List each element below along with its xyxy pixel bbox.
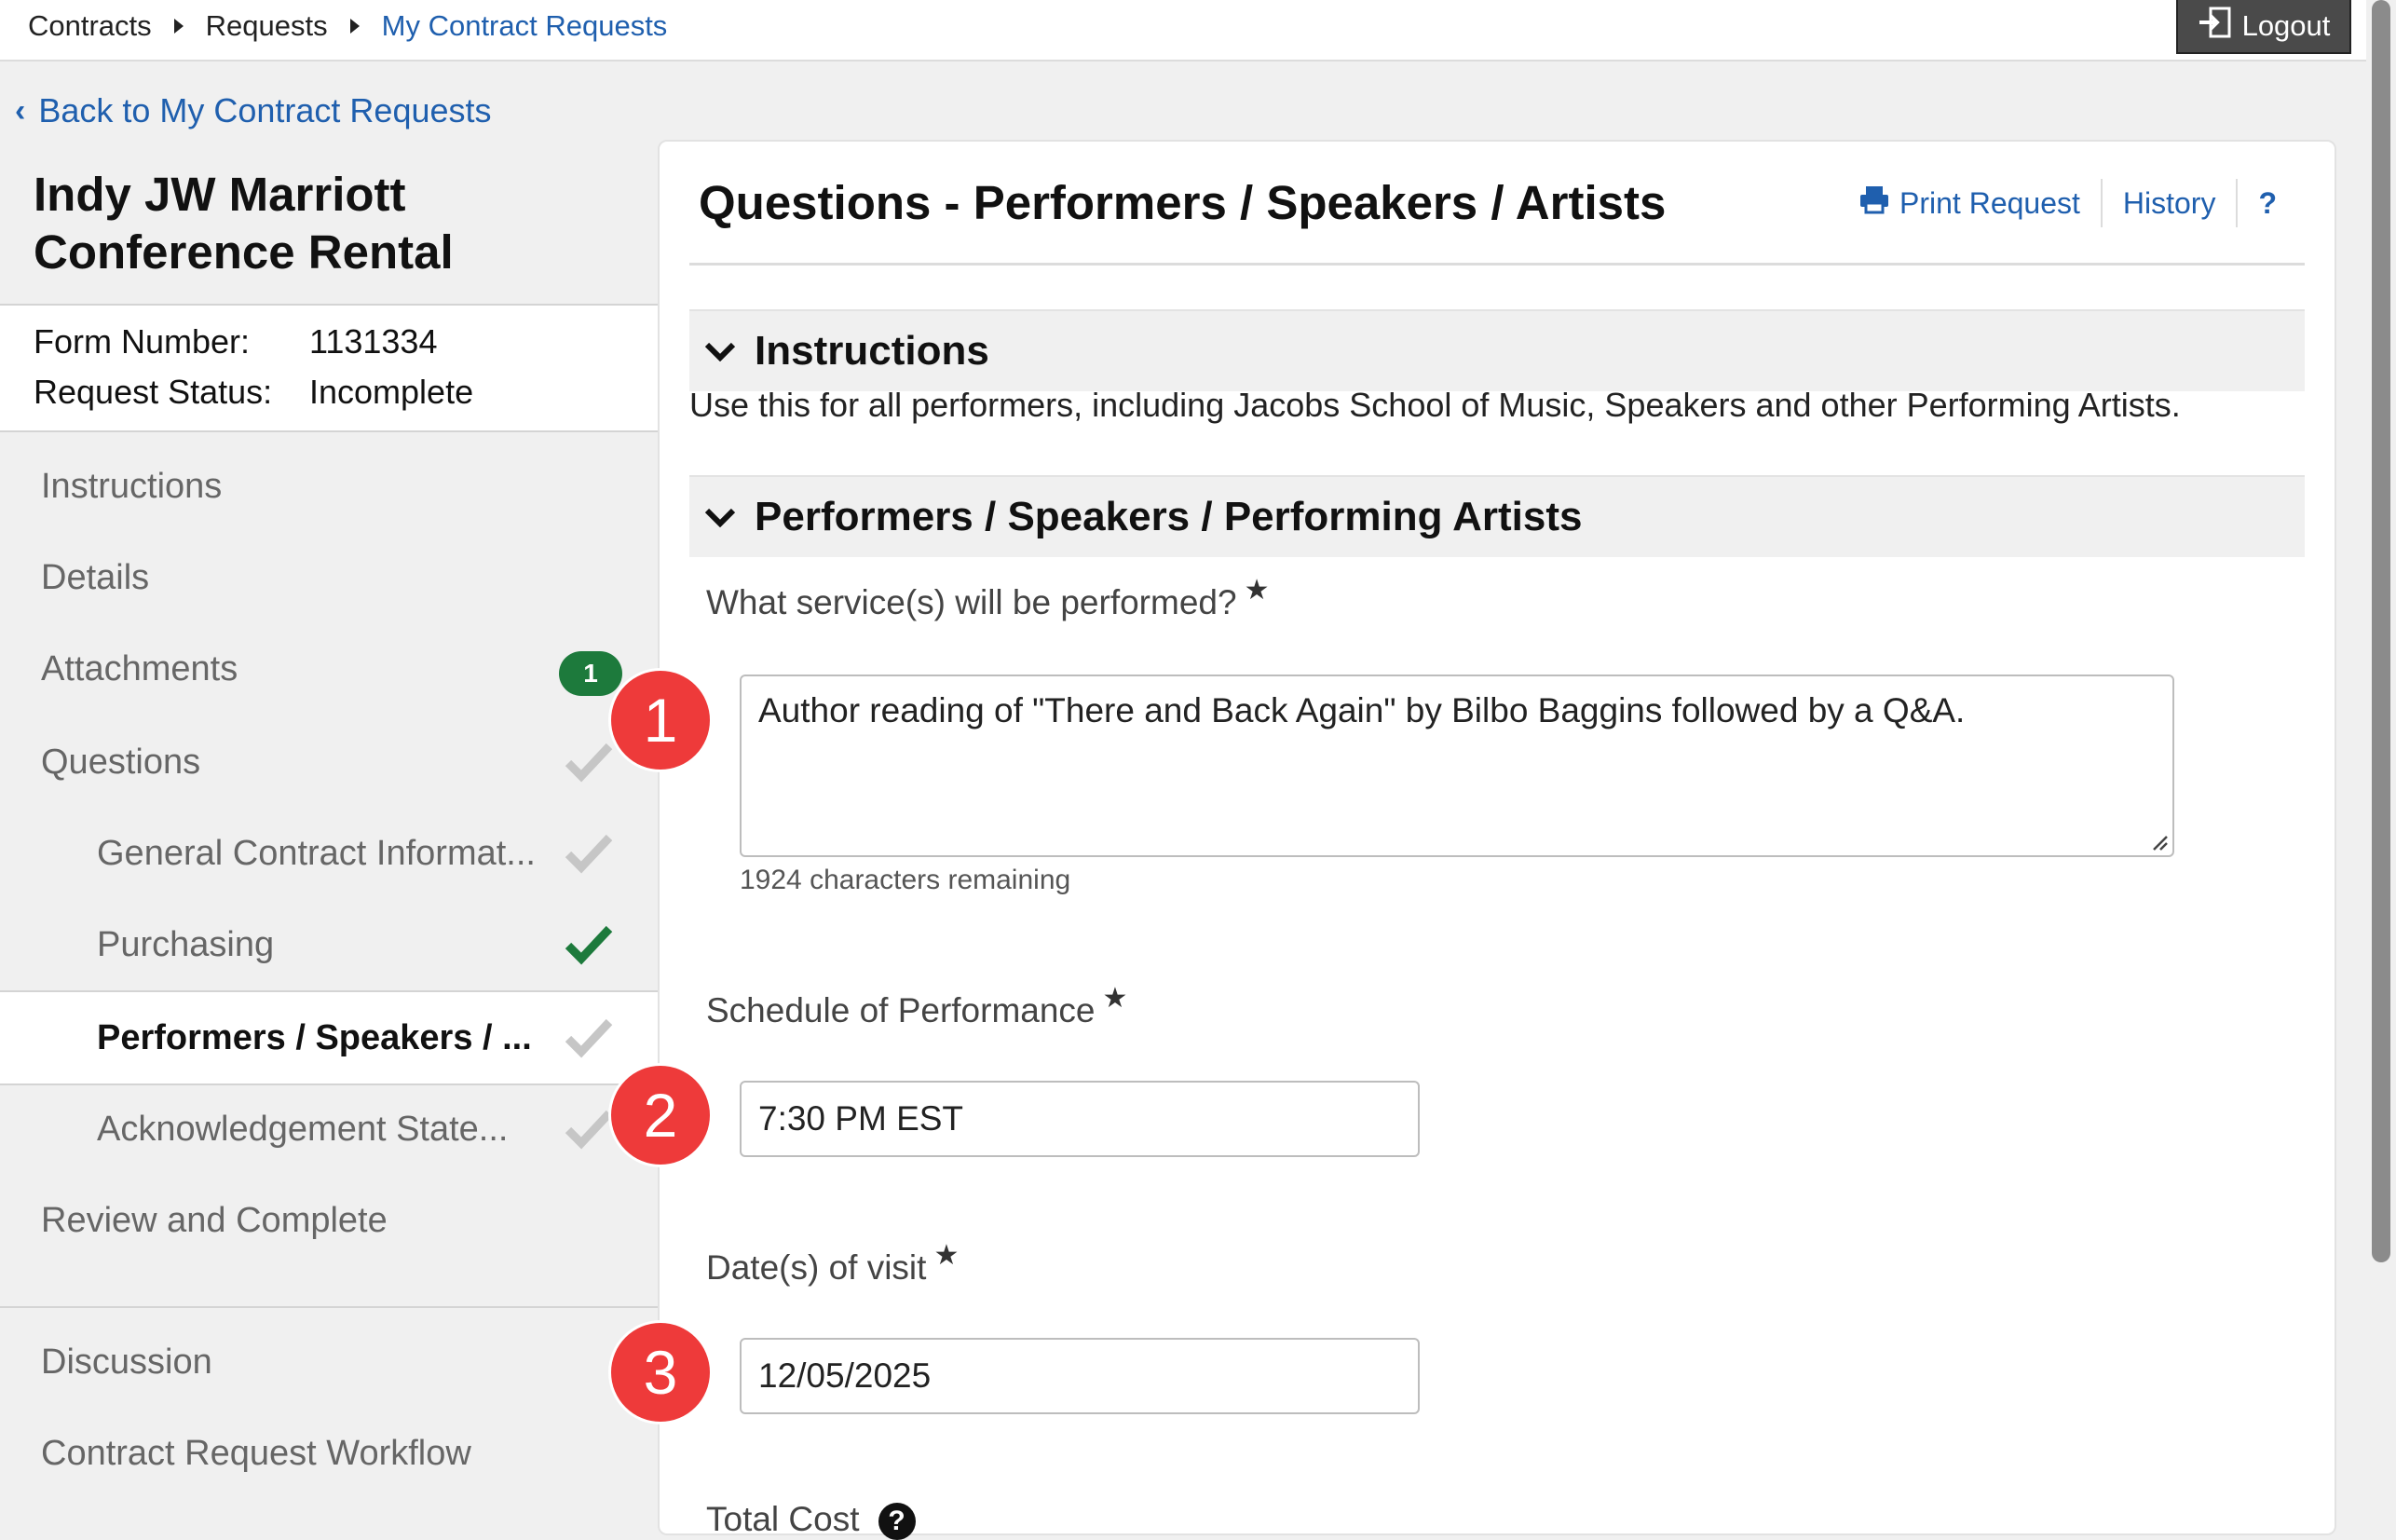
- sidebar-item-general-contract-information[interactable]: General Contract Informat...: [0, 808, 658, 899]
- instructions-heading: Instructions: [755, 328, 989, 374]
- help-icon[interactable]: ?: [2238, 186, 2297, 221]
- sidebar-item-details[interactable]: Details: [0, 532, 658, 623]
- request-title-line2: Conference Rental: [34, 225, 454, 279]
- dates-input-value: 12/05/2025: [758, 1356, 932, 1395]
- service-textarea[interactable]: Author reading of "There and Back Again"…: [740, 675, 2174, 857]
- form-number-value: 1131334: [309, 322, 438, 361]
- scrollbar-thumb[interactable]: [2372, 0, 2390, 1262]
- annotation-marker-3: 3: [611, 1323, 710, 1422]
- printer-icon: [1858, 184, 1890, 222]
- request-status-value: Incomplete: [309, 373, 474, 411]
- sidebar-item-label: Review and Complete: [41, 1200, 388, 1240]
- service-label-text: What service(s) will be performed?: [706, 583, 1237, 621]
- check-icon: [565, 834, 613, 874]
- sidebar: Indy JW Marriott Conference Rental Form …: [0, 149, 658, 1532]
- sidebar-item-questions[interactable]: Questions: [0, 716, 658, 808]
- service-textarea-value: Author reading of "There and Back Again"…: [758, 691, 1966, 729]
- logout-label: Logout: [2241, 9, 2331, 42]
- help-circle-icon[interactable]: ?: [878, 1503, 916, 1540]
- resize-handle-icon[interactable]: [2148, 831, 2169, 852]
- back-link[interactable]: ‹ Back to My Contract Requests: [15, 91, 492, 130]
- request-title-line1: Indy JW Marriott: [34, 168, 406, 221]
- request-meta: Form Number: 1131334 Request Status: Inc…: [0, 304, 658, 432]
- history-link[interactable]: History: [2103, 186, 2237, 221]
- dates-input[interactable]: 12/05/2025: [740, 1338, 1420, 1414]
- sidebar-item-label: Details: [41, 557, 150, 597]
- sidebar-item-label: Instructions: [41, 466, 223, 506]
- annotation-marker-1: 1: [611, 671, 710, 770]
- sidebar-item-contract-request-workflow[interactable]: Contract Request Workflow: [0, 1408, 658, 1499]
- sidebar-item-attachments[interactable]: Attachments 1: [0, 623, 658, 715]
- breadcrumb-my-contract-requests[interactable]: My Contract Requests: [382, 7, 668, 45]
- sidebar-item-label: General Contract Informat...: [97, 833, 536, 873]
- breadcrumb-contracts[interactable]: Contracts: [28, 7, 152, 45]
- chevron-down-icon: [704, 342, 736, 361]
- schedule-label-text: Schedule of Performance: [706, 991, 1096, 1029]
- request-title: Indy JW Marriott Conference Rental: [34, 166, 454, 281]
- schedule-input-value: 7:30 PM EST: [758, 1099, 964, 1138]
- request-status-row: Request Status: Incomplete: [34, 373, 473, 412]
- instructions-section-header[interactable]: Instructions: [689, 309, 2305, 391]
- title-divider: [689, 263, 2305, 266]
- back-link-label: Back to My Contract Requests: [38, 91, 492, 129]
- sidebar-item-label: Acknowledgement State...: [97, 1109, 509, 1149]
- sidebar-item-instructions[interactable]: Instructions: [0, 441, 658, 532]
- required-star-icon: ★: [1244, 575, 1270, 606]
- breadcrumb-separator-icon: [173, 19, 184, 34]
- page-title: Questions - Performers / Speakers / Arti…: [699, 176, 1667, 229]
- sidebar-item-purchasing[interactable]: Purchasing: [0, 899, 658, 990]
- total-cost-field-label: Total Cost?: [706, 1500, 916, 1540]
- service-field-label: What service(s) will be performed? ★: [706, 575, 1269, 622]
- breadcrumb-requests[interactable]: Requests: [206, 7, 328, 45]
- check-icon: [565, 1018, 613, 1058]
- form-number-row: Form Number: 1131334: [34, 322, 437, 361]
- breadcrumb: Contracts Requests My Contract Requests: [28, 7, 667, 45]
- sidebar-item-label: Attachments: [41, 648, 238, 688]
- breadcrumb-separator-icon: [349, 19, 360, 34]
- sidebar-item-review-and-complete[interactable]: Review and Complete: [0, 1175, 658, 1266]
- required-star-icon: ★: [933, 1240, 960, 1271]
- instructions-text: Use this for all performers, including J…: [689, 386, 2181, 424]
- logout-button[interactable]: Logout: [2176, 0, 2351, 54]
- sidebar-item-label: Contract Request Workflow: [41, 1433, 471, 1473]
- performers-heading: Performers / Speakers / Performing Artis…: [755, 494, 1583, 539]
- schedule-input[interactable]: 7:30 PM EST: [740, 1081, 1420, 1157]
- annotation-marker-2: 2: [611, 1066, 710, 1165]
- print-request-button[interactable]: Print Request: [1838, 184, 2101, 222]
- dates-label-text: Date(s) of visit: [706, 1248, 927, 1287]
- required-star-icon: ★: [1102, 983, 1128, 1014]
- sidebar-divider: [0, 1306, 658, 1308]
- attachments-count-badge: 1: [559, 651, 622, 696]
- form-number-label: Form Number:: [34, 322, 251, 361]
- sidebar-item-acknowledgement-statement[interactable]: Acknowledgement State...: [0, 1083, 658, 1175]
- page-scrollbar[interactable]: [2366, 0, 2396, 1532]
- sidebar-item-label: Performers / Speakers / ...: [97, 1017, 532, 1057]
- check-icon: [565, 743, 613, 783]
- request-status-label: Request Status:: [34, 373, 273, 411]
- top-bar: Contracts Requests My Contract Requests …: [0, 0, 2366, 61]
- chevron-left-icon: ‹: [15, 92, 26, 129]
- sidebar-item-performers-speakers[interactable]: Performers / Speakers / ...: [0, 990, 658, 1085]
- panel-actions: Print Request History ?: [1838, 179, 2297, 227]
- questions-panel: Questions - Performers / Speakers / Arti…: [658, 140, 2336, 1540]
- performers-section-header[interactable]: Performers / Speakers / Performing Artis…: [689, 475, 2305, 557]
- sidebar-item-label: Purchasing: [97, 924, 275, 964]
- print-request-label: Print Request: [1899, 185, 2080, 220]
- schedule-field-label: Schedule of Performance ★: [706, 983, 1127, 1030]
- total-cost-label-text: Total Cost: [706, 1500, 860, 1538]
- sidebar-item-label: Discussion: [41, 1342, 212, 1382]
- characters-remaining: 1924 characters remaining: [740, 865, 1071, 895]
- chevron-down-icon: [704, 508, 736, 527]
- sidebar-item-label: Questions: [41, 742, 201, 782]
- logout-icon: [2198, 7, 2231, 46]
- check-complete-icon: [565, 925, 613, 965]
- check-icon: [565, 1110, 613, 1150]
- sidebar-item-discussion[interactable]: Discussion: [0, 1316, 658, 1408]
- dates-field-label: Date(s) of visit ★: [706, 1240, 959, 1288]
